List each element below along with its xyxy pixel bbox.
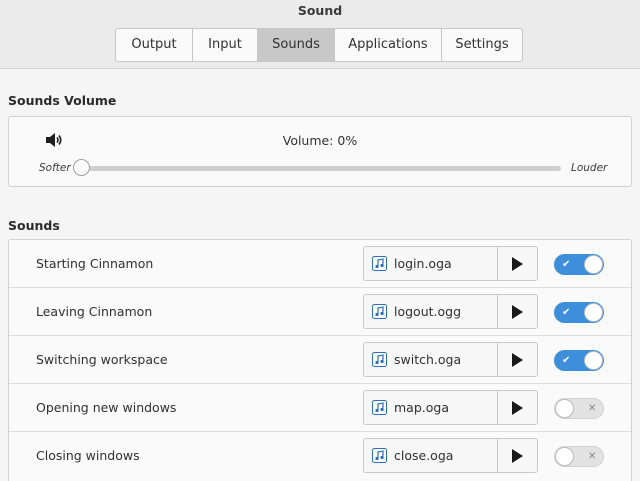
music-note-icon [372, 352, 387, 367]
sound-file-name: login.oga [394, 256, 452, 271]
x-icon: ✕ [588, 451, 597, 462]
play-icon [512, 257, 523, 271]
volume-value-label: Volume: 0% [282, 133, 358, 148]
sound-enable-toggle[interactable]: ✔ [554, 350, 604, 371]
tab-sounds[interactable]: Sounds [258, 29, 335, 61]
sound-enable-toggle[interactable]: ✔ [554, 302, 604, 323]
check-icon: ✔ [562, 307, 571, 318]
sound-file-chooser[interactable]: map.oga [363, 390, 498, 425]
play-button[interactable] [497, 438, 538, 473]
x-icon: ✕ [588, 403, 597, 414]
play-button[interactable] [497, 294, 538, 329]
sounds-list: Starting Cinnamon login.oga ✔ Leaving Ci… [8, 239, 632, 481]
volume-panel: Volume: 0% Softer Louder [8, 116, 632, 187]
play-button[interactable] [497, 342, 538, 377]
sound-file-chooser[interactable]: switch.oga [363, 342, 498, 377]
tab-output[interactable]: Output [116, 29, 193, 61]
sound-event-label: Switching workspace [36, 352, 168, 367]
play-button[interactable] [497, 390, 538, 425]
music-note-icon [372, 400, 387, 415]
check-icon: ✔ [562, 355, 571, 366]
sound-event-label: Leaving Cinnamon [36, 304, 153, 319]
sound-file-chooser[interactable]: login.oga [363, 246, 498, 281]
sound-row-starting-cinnamon: Starting Cinnamon login.oga ✔ [9, 240, 631, 288]
sound-enable-toggle[interactable]: ✕ [554, 446, 604, 467]
sound-row-leaving-cinnamon: Leaving Cinnamon logout.ogg ✔ [9, 288, 631, 336]
toggle-knob [584, 303, 603, 322]
softer-label: Softer [39, 162, 71, 174]
sound-file-chooser[interactable]: close.oga [363, 438, 498, 473]
titlebar: Sound Output Input Sounds Applications S… [0, 0, 640, 69]
play-button[interactable] [497, 246, 538, 281]
sound-event-label: Starting Cinnamon [36, 256, 154, 271]
play-icon [512, 401, 523, 415]
sound-enable-toggle[interactable]: ✕ [554, 398, 604, 419]
volume-slider-handle[interactable] [73, 159, 90, 176]
sound-file-name: logout.ogg [394, 304, 462, 319]
play-icon [512, 353, 523, 367]
sound-row-opening-new-windows: Opening new windows map.oga ✕ [9, 384, 631, 432]
tab-applications[interactable]: Applications [335, 29, 442, 61]
window-title: Sound [297, 3, 343, 18]
louder-label: Louder [571, 162, 608, 174]
toggle-knob [584, 255, 603, 274]
music-note-icon [372, 256, 387, 271]
sound-file-name: close.oga [394, 448, 454, 463]
sound-event-label: Closing windows [36, 448, 140, 463]
toggle-knob [584, 351, 603, 370]
play-icon [512, 449, 523, 463]
sound-row-switching-workspace: Switching workspace switch.oga ✔ [9, 336, 631, 384]
sound-file-name: switch.oga [394, 352, 462, 367]
music-note-icon [372, 448, 387, 463]
sound-enable-toggle[interactable]: ✔ [554, 254, 604, 275]
play-icon [512, 305, 523, 319]
toggle-knob [555, 399, 574, 418]
music-note-icon [372, 304, 387, 319]
tab-input[interactable]: Input [193, 29, 258, 61]
volume-slider-track[interactable] [79, 166, 561, 171]
sounds-volume-heading: Sounds Volume [8, 93, 117, 108]
sound-row-closing-windows: Closing windows close.oga ✕ [9, 432, 631, 480]
sound-event-label: Opening new windows [36, 400, 177, 415]
sound-file-chooser[interactable]: logout.ogg [363, 294, 498, 329]
check-icon: ✔ [562, 259, 571, 270]
toggle-knob [555, 447, 574, 466]
tab-settings[interactable]: Settings [442, 29, 522, 61]
sound-file-name: map.oga [394, 400, 449, 415]
tab-bar: Output Input Sounds Applications Setting… [115, 28, 523, 62]
sounds-heading: Sounds [8, 218, 60, 233]
